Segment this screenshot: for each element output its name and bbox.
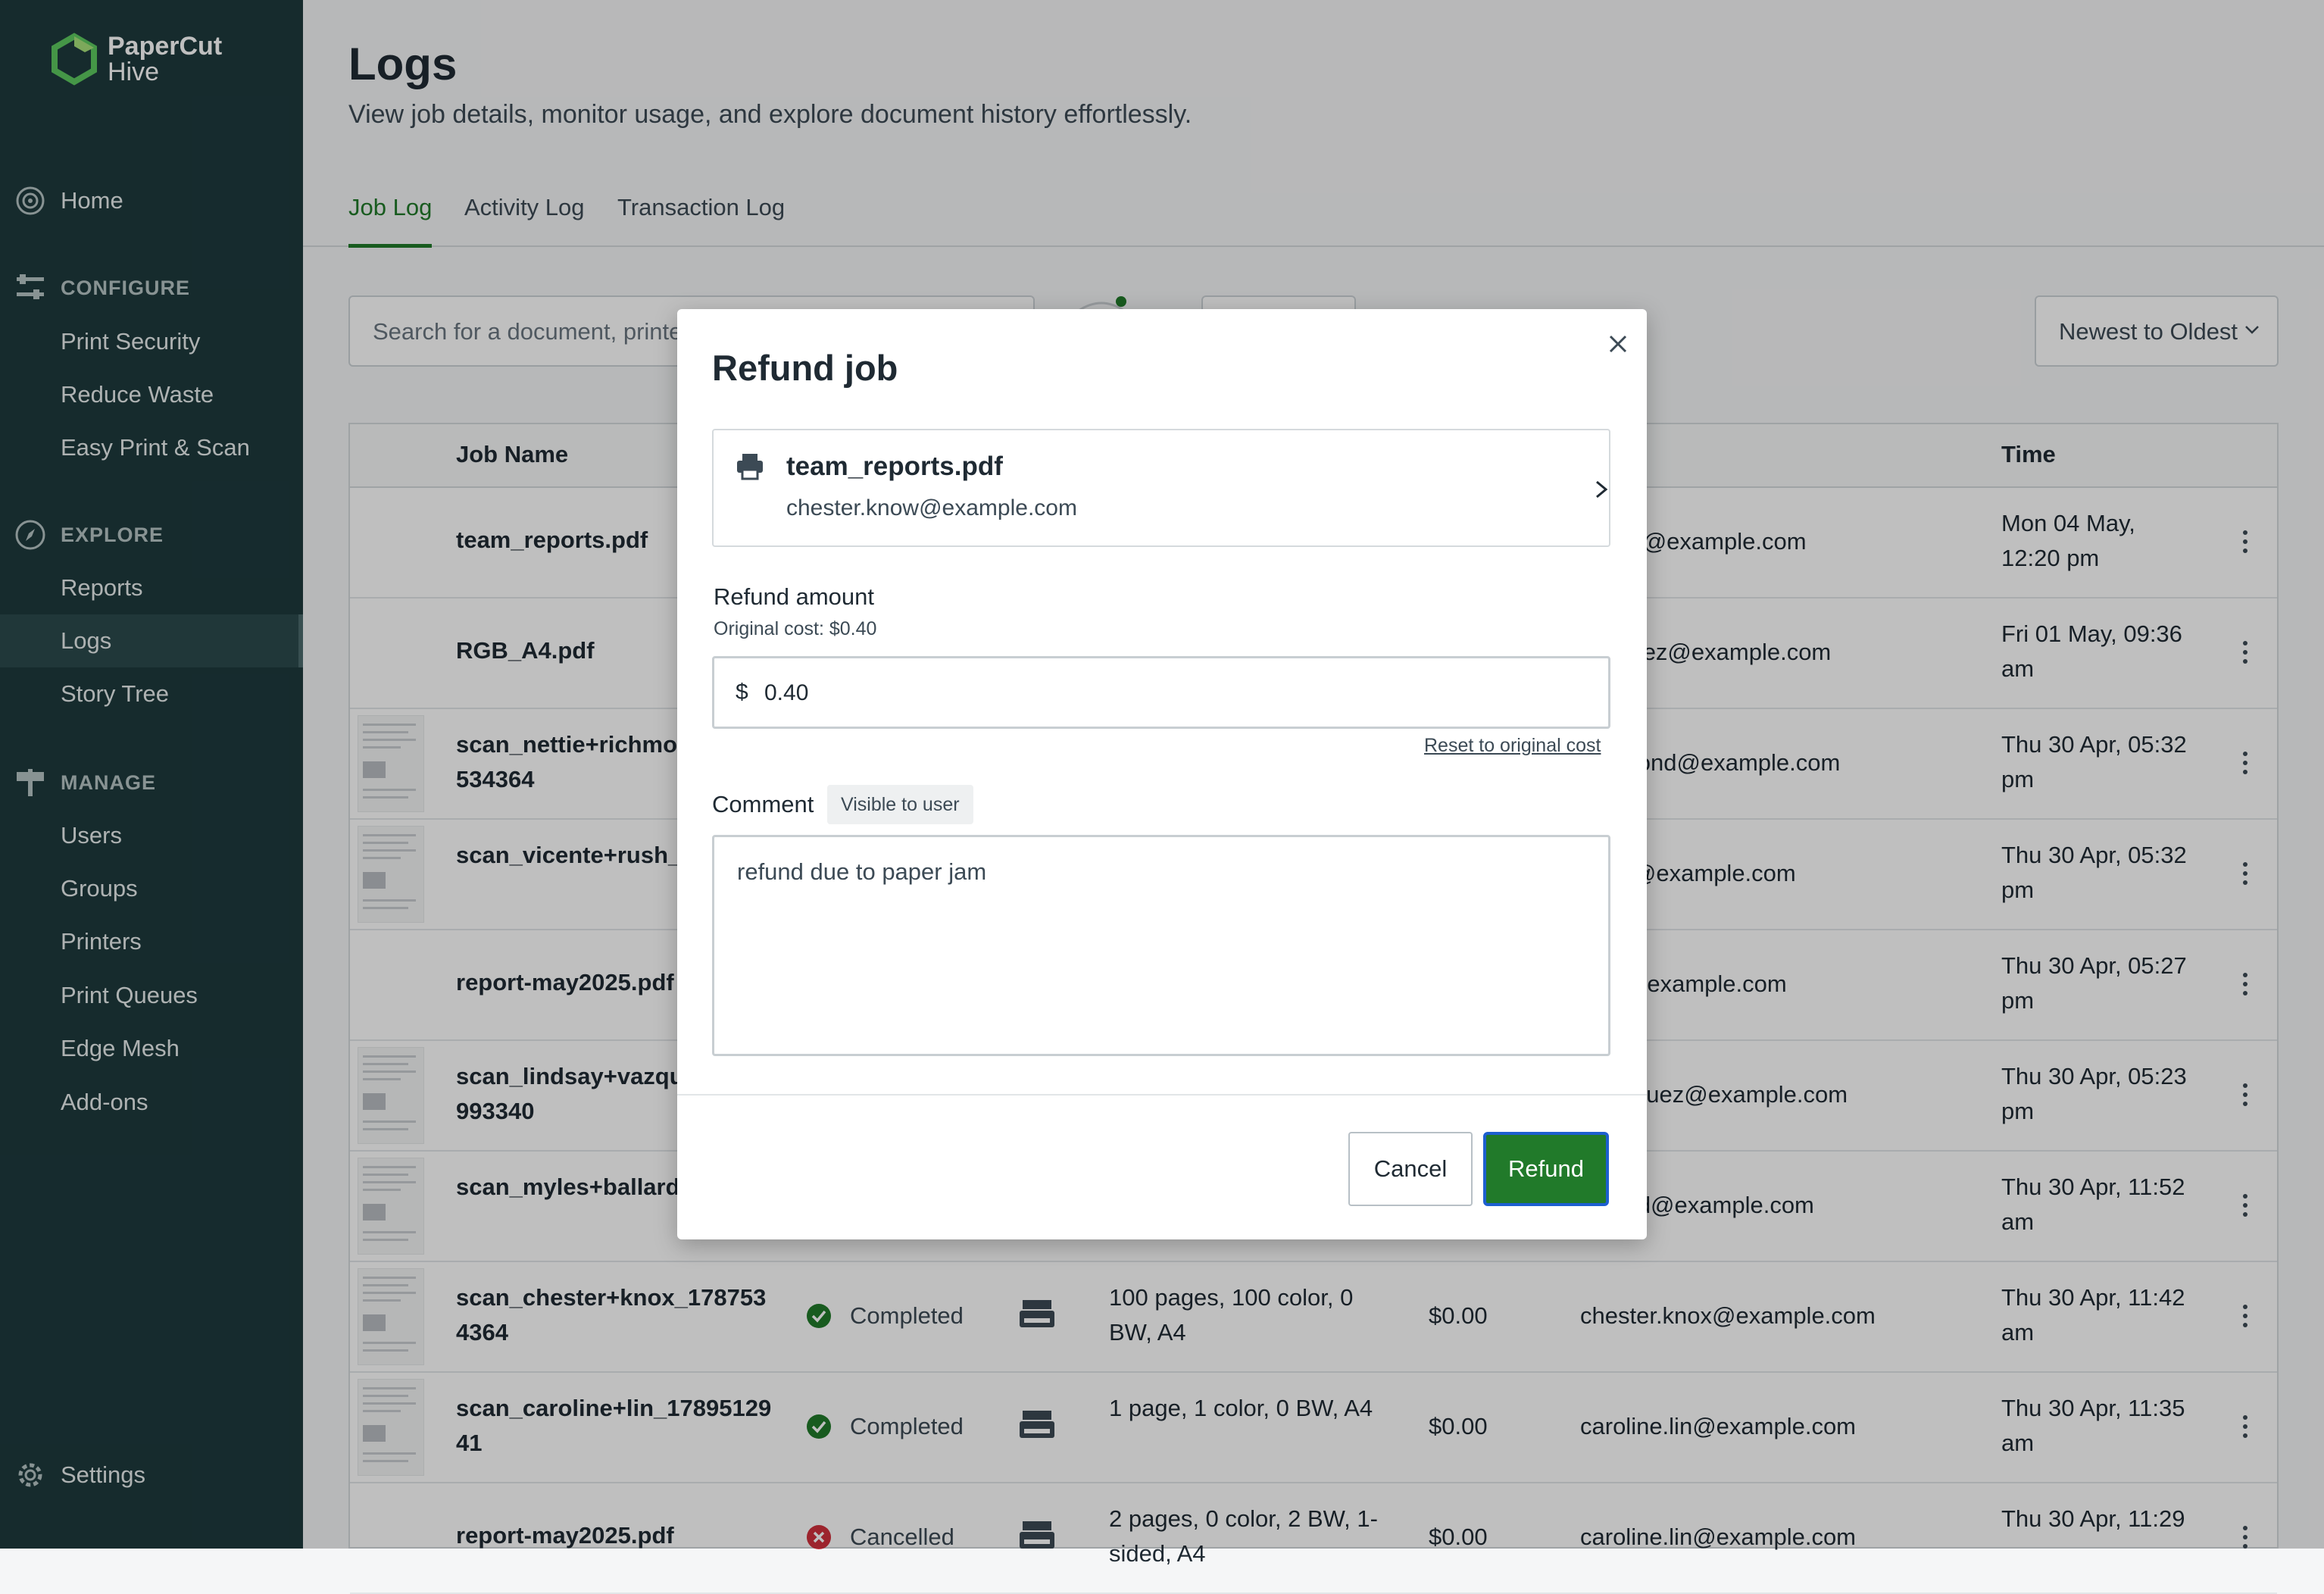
- dialog-title: Refund job: [712, 348, 898, 388]
- printer-icon: [737, 454, 763, 480]
- comment-textarea[interactable]: refund due to paper jam: [736, 857, 1587, 1034]
- job-name: team_reports.pdf: [786, 452, 1003, 481]
- refund-job-dialog: Refund job team_reports.pdf chester.know…: [677, 309, 1647, 1239]
- reset-to-original-cost-link[interactable]: Reset to original cost: [1424, 735, 1601, 757]
- chevron-right-icon: [1596, 480, 1608, 499]
- original-cost-text: Original cost: $0.40: [714, 618, 877, 639]
- cancel-button[interactable]: Cancel: [1348, 1132, 1473, 1206]
- refund-button[interactable]: Refund: [1483, 1132, 1609, 1206]
- comment-label: Comment: [712, 791, 814, 817]
- job-summary-card[interactable]: team_reports.pdf chester.know@example.co…: [712, 429, 1610, 547]
- currency-symbol: $: [736, 680, 748, 705]
- refund-amount-input[interactable]: [763, 675, 1584, 711]
- visible-to-user-badge: Visible to user: [827, 785, 973, 824]
- job-user-email: chester.know@example.com: [786, 495, 1077, 520]
- refund-amount-label: Refund amount: [714, 583, 874, 610]
- refund-amount-field[interactable]: $: [712, 656, 1610, 729]
- comment-field[interactable]: refund due to paper jam: [712, 835, 1610, 1056]
- close-icon[interactable]: [1603, 329, 1633, 359]
- dialog-footer-divider: [677, 1094, 1647, 1095]
